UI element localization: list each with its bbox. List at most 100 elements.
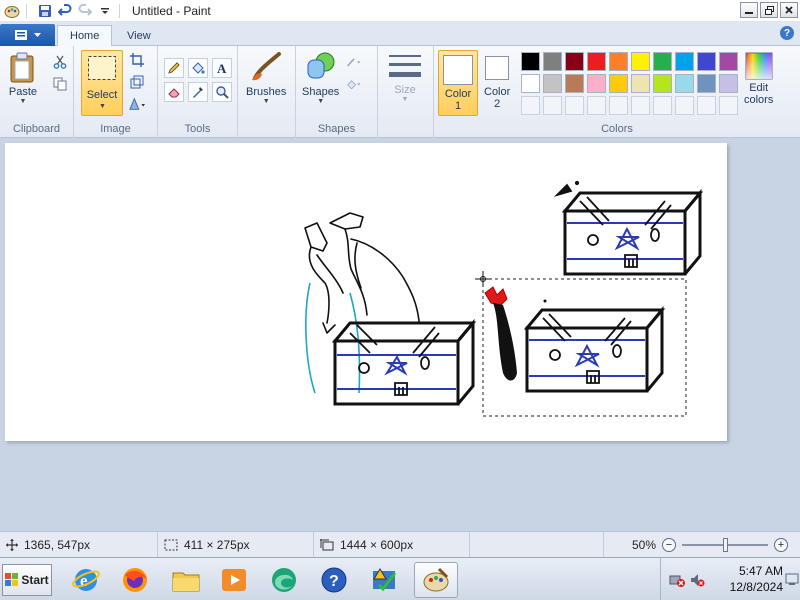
palette-swatch[interactable] (719, 74, 738, 93)
palette-custom-slot[interactable] (631, 96, 650, 115)
tab-home[interactable]: Home (57, 25, 113, 46)
brushes-button[interactable]: Brushes ▼ (246, 50, 286, 105)
chevron-down-icon: ▼ (317, 98, 325, 105)
restore-button[interactable] (760, 2, 778, 18)
rotate-icon[interactable] (129, 96, 145, 112)
show-desktop-icon[interactable] (785, 572, 799, 589)
palette-swatch[interactable] (587, 52, 606, 71)
palette-custom-slot[interactable] (675, 96, 694, 115)
taskbar: Start e ? 5:47 AM 12/8/2024 (0, 557, 800, 600)
zoom-out-button[interactable]: − (662, 538, 676, 552)
pencil-icon[interactable] (164, 58, 184, 78)
palette-swatch[interactable] (609, 74, 628, 93)
fill-icon[interactable] (346, 76, 362, 92)
paste-button[interactable]: Paste ▼ (8, 52, 38, 105)
brush-icon (252, 52, 282, 81)
palette-custom-slot[interactable] (587, 96, 606, 115)
palette-swatch[interactable] (521, 74, 540, 93)
palette-custom-slot[interactable] (543, 96, 562, 115)
zoom-slider-thumb[interactable] (723, 538, 728, 552)
outline-icon[interactable] (346, 54, 362, 70)
copy-icon[interactable] (52, 76, 68, 92)
image-group: Select ▼ Image (74, 46, 158, 138)
palette-swatch[interactable] (675, 52, 694, 71)
help-support-icon[interactable]: ? (316, 562, 352, 598)
paint-taskbar-icon[interactable] (414, 562, 458, 598)
magnifier-icon[interactable] (212, 82, 232, 102)
palette-swatch[interactable] (697, 74, 716, 93)
palette-swatch[interactable] (631, 52, 650, 71)
palette-custom-slot[interactable] (653, 96, 672, 115)
palette-swatch[interactable] (675, 74, 694, 93)
color-picker-icon[interactable] (188, 82, 208, 102)
help-icon[interactable]: ? (780, 26, 794, 40)
palette-swatch[interactable] (565, 52, 584, 71)
shapes-button[interactable]: Shapes ▼ (302, 50, 339, 105)
size-button[interactable]: Size ▼ (388, 52, 422, 103)
volume-muted-icon[interactable] (689, 572, 705, 591)
eraser-icon[interactable] (164, 82, 184, 102)
color2-button[interactable]: Color 2 (484, 54, 510, 110)
cursor-position: 1365, 547px (0, 532, 158, 558)
tab-view[interactable]: View (115, 25, 163, 46)
selection-size-icon (164, 539, 178, 551)
network-icon[interactable] (669, 572, 685, 591)
palette-swatch[interactable] (521, 52, 540, 71)
select-icon (88, 56, 116, 80)
palette-custom-slot[interactable] (697, 96, 716, 115)
paint-app-icon[interactable] (4, 3, 20, 19)
minimize-button[interactable] (740, 2, 758, 18)
window-title: Untitled - Paint (132, 3, 211, 18)
color1-button[interactable]: Color 1 (438, 50, 478, 116)
text-tool-icon[interactable]: A (212, 58, 232, 78)
fill-bucket-icon[interactable] (188, 58, 208, 78)
edit-colors-button[interactable]: Edit colors (744, 52, 773, 106)
firefox-icon[interactable] (117, 562, 153, 598)
selection-size: 411 × 275px (158, 532, 314, 558)
palette-custom-slot[interactable] (565, 96, 584, 115)
action-center-icon[interactable] (366, 562, 402, 598)
palette-swatch[interactable] (653, 52, 672, 71)
clock[interactable]: 5:47 AM 12/8/2024 (713, 563, 783, 595)
crop-icon[interactable] (129, 52, 145, 68)
file-menu-button[interactable] (0, 24, 55, 46)
start-button[interactable]: Start (2, 564, 52, 596)
media-player-icon[interactable] (216, 562, 252, 598)
tools-group-label: Tools (184, 123, 211, 135)
svg-text:?: ? (329, 573, 339, 590)
redo-icon[interactable] (77, 3, 93, 19)
box-top-right-lines (567, 222, 683, 260)
undo-icon[interactable] (57, 3, 73, 19)
drawing-canvas[interactable] (5, 143, 727, 441)
zoom-in-button[interactable]: + (774, 538, 788, 552)
palette-custom-slot[interactable] (719, 96, 738, 115)
palette-custom-slot[interactable] (609, 96, 628, 115)
red-flame (484, 286, 508, 306)
clock-time: 5:47 AM (738, 564, 783, 578)
save-icon[interactable] (37, 3, 53, 19)
internet-explorer-icon[interactable]: e (68, 562, 104, 598)
customize-toolbar-icon[interactable] (97, 3, 113, 19)
resize-icon[interactable] (129, 74, 145, 90)
shapes-label: Shapes (302, 86, 340, 98)
palette-swatch[interactable] (565, 74, 584, 93)
palette-swatch[interactable] (609, 52, 628, 71)
palette-custom-slot[interactable] (521, 96, 540, 115)
brushes-group: Brushes ▼ (238, 46, 296, 138)
palette-swatch[interactable] (543, 74, 562, 93)
clipboard-group: Paste ▼ Clipboard (0, 46, 74, 138)
palette-swatch[interactable] (719, 52, 738, 71)
cut-icon[interactable] (52, 54, 68, 70)
file-explorer-icon[interactable] (168, 562, 204, 598)
palette-swatch[interactable] (543, 52, 562, 71)
palette-swatch[interactable] (697, 52, 716, 71)
colors-group: Color 1 Color 2 Edit colors Colors (434, 46, 800, 138)
canvas-workspace[interactable] (0, 138, 800, 531)
zoom-slider[interactable] (682, 538, 768, 552)
close-button[interactable] (780, 2, 798, 18)
palette-swatch[interactable] (631, 74, 650, 93)
palette-swatch[interactable] (587, 74, 606, 93)
palette-swatch[interactable] (653, 74, 672, 93)
edge-icon[interactable] (266, 562, 302, 598)
select-button[interactable]: Select ▼ (81, 50, 123, 116)
